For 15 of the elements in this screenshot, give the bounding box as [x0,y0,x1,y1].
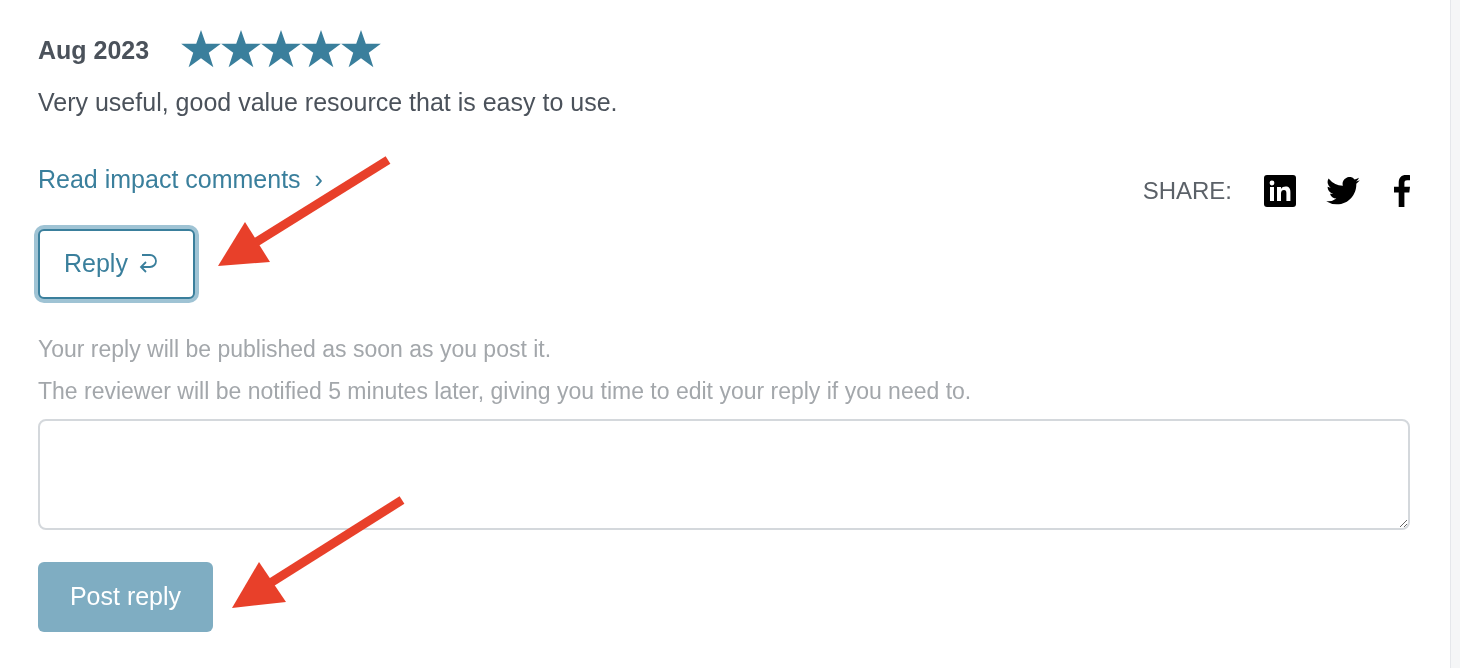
linkedin-icon[interactable] [1264,175,1296,207]
star-icon [221,29,262,68]
star-icon [181,29,222,68]
f-logo-icon[interactable] [1394,175,1410,207]
helper-text: The reviewer will be notified 5 minutes later, giving you time to edit your reply if you need to. [38,377,973,405]
reply-input-field[interactable] [38,419,1410,530]
bird-icon[interactable] [1326,177,1360,205]
review-text: Very useful, good value resource that is easy to use. [38,86,619,118]
helper-text: Your reply will be published as soon as you post it. [38,335,553,363]
star-icon [301,29,342,68]
read-impact-comments-link[interactable]: Read impact comments › [38,161,323,199]
review-date: Aug 2023 [38,35,150,66]
star-icon [261,29,302,68]
share-label: SHARE: [1142,176,1232,206]
star-icon [341,29,382,68]
